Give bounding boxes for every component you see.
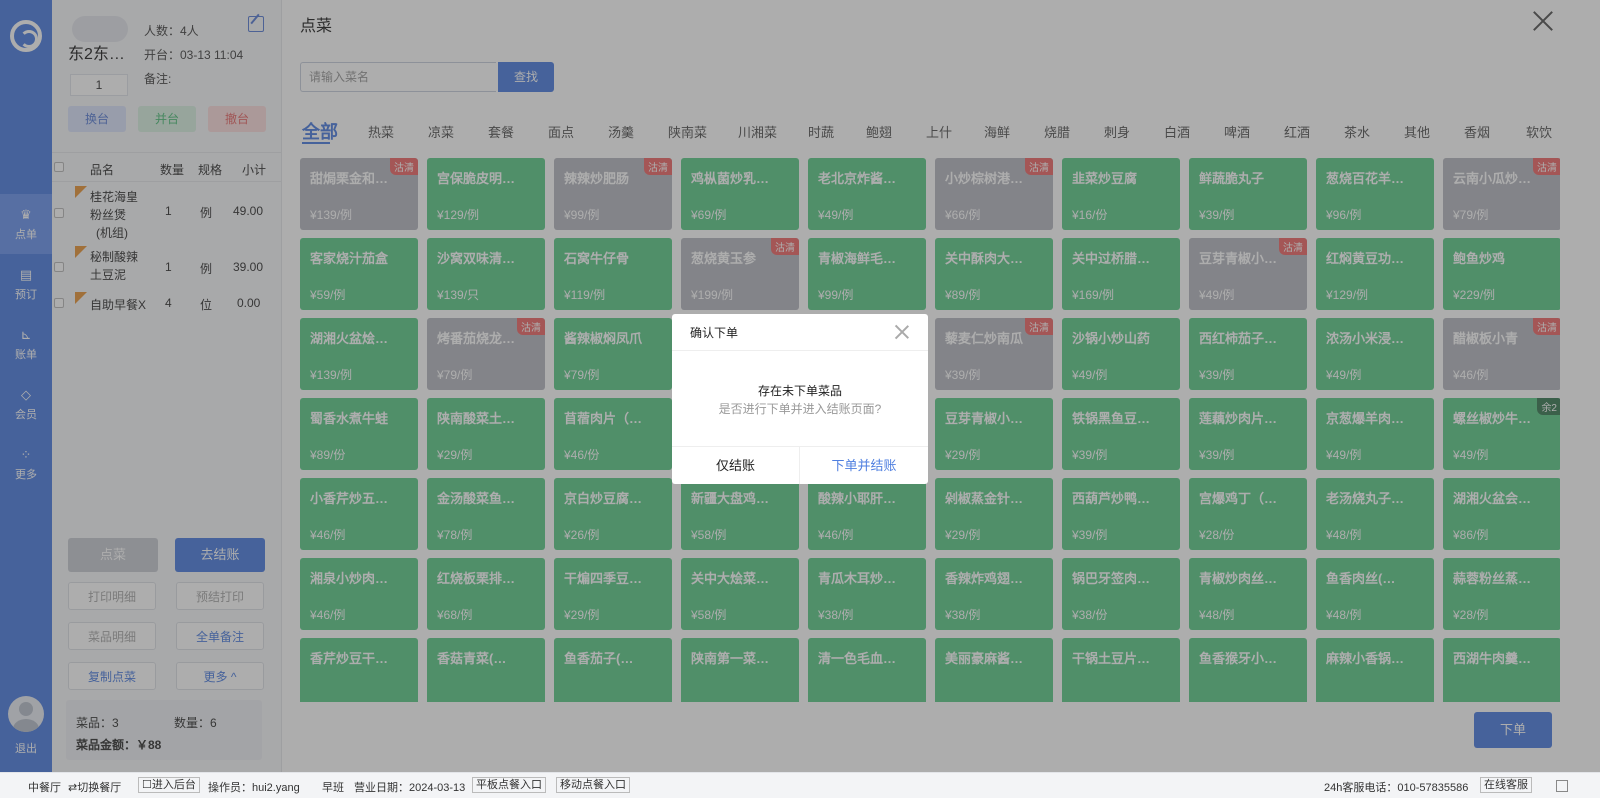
dialog-message: 存在未下单菜品 (757, 384, 842, 398)
business-date: 营业日期：2024-03-13 (354, 782, 466, 794)
enter-backend-button[interactable]: ☐进入后台 (138, 777, 200, 793)
dialog-close-icon[interactable] (894, 324, 910, 340)
hotline: 24h客服电话：010-57835586 (1324, 782, 1469, 794)
dialog-divider (672, 350, 928, 351)
confirm-order-dialog: 确认下单 存在未下单菜品 是否进行下单并进入结账页面? 仅结账 下单并结账 (672, 314, 928, 484)
dialog-footer: 仅结账 下单并结账 (672, 446, 928, 484)
switch-restaurant-button[interactable]: ⇄切换餐厅 (68, 779, 121, 795)
operator: 操作员：hui2.yang (208, 782, 300, 794)
tablet-entry-button[interactable]: 平板点餐入口 (472, 777, 546, 793)
dialog-submessage: 是否进行下单并进入结账页面? (718, 402, 882, 416)
fullscreen-icon[interactable] (1556, 780, 1568, 792)
dialog-title: 确认下单 (690, 326, 739, 340)
mobile-entry-button[interactable]: 移动点餐入口 (556, 777, 630, 793)
restaurant-name: 中餐厅 (28, 782, 61, 794)
checkout-only-button[interactable]: 仅结账 (672, 447, 800, 484)
online-service-button[interactable]: 在线客服 (1480, 777, 1532, 793)
status-bar: 中餐厅 ⇄切换餐厅 ☐进入后台 操作员：hui2.yang 早班 营业日期：20… (0, 772, 1600, 798)
order-and-checkout-button[interactable]: 下单并结账 (800, 447, 928, 484)
shift: 早班 (322, 782, 344, 794)
